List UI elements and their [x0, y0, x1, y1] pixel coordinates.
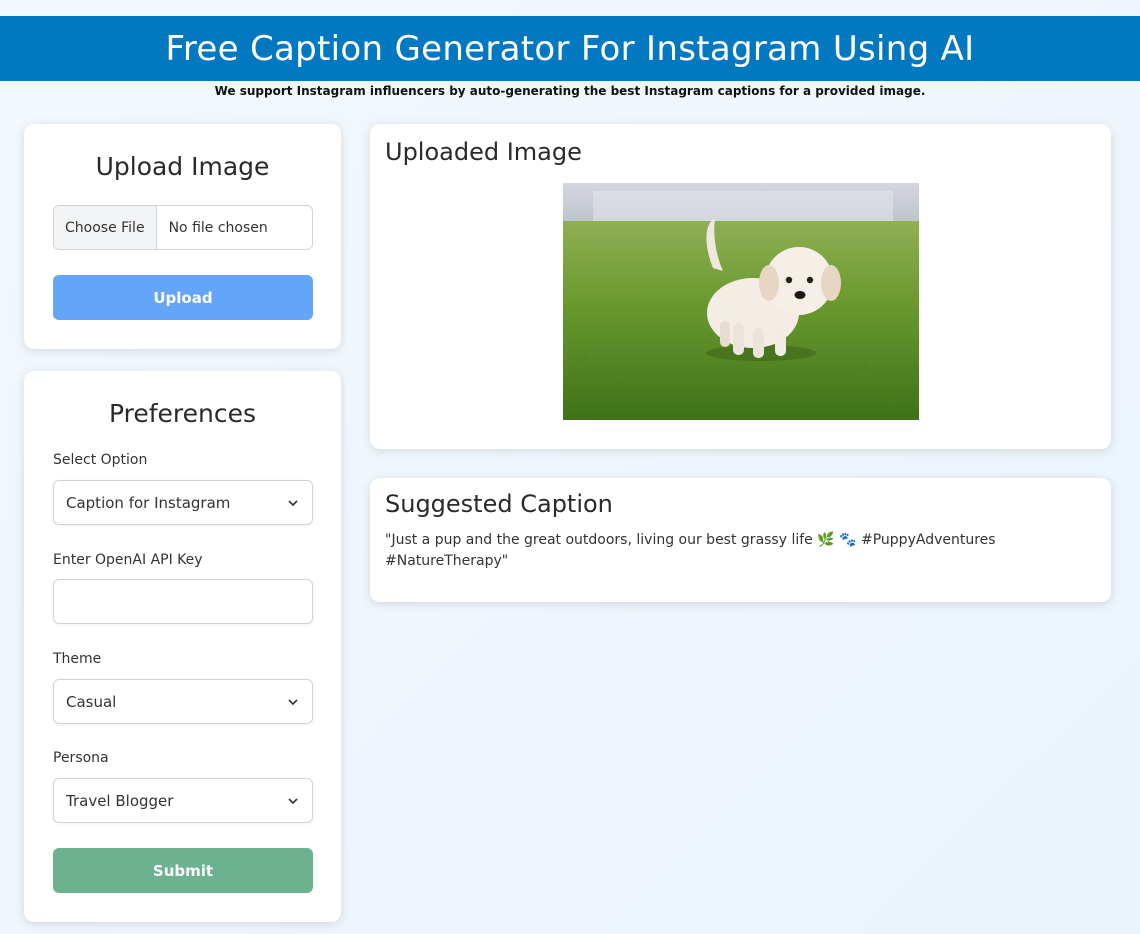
select-option-value: Caption for Instagram: [66, 493, 231, 512]
header-banner: Free Caption Generator For Instagram Usi…: [0, 16, 1140, 81]
api-key-input[interactable]: [53, 579, 313, 624]
select-option-label: Select Option: [53, 452, 148, 468]
suggested-caption-title: Suggested Caption: [385, 490, 613, 518]
uploaded-image-title: Uploaded Image: [385, 138, 582, 166]
persona-value: Travel Blogger: [66, 791, 174, 810]
select-option-dropdown[interactable]: Caption for Instagram: [53, 480, 313, 525]
chevron-down-icon: [288, 698, 298, 705]
upload-card: Upload Image Choose File No file chosen …: [24, 124, 341, 349]
theme-dropdown[interactable]: Casual: [53, 679, 313, 724]
chevron-down-icon: [288, 499, 298, 506]
chevron-down-icon: [288, 797, 298, 804]
suggested-caption-card: Suggested Caption "Just a pup and the gr…: [370, 478, 1111, 602]
upload-card-title: Upload Image: [95, 152, 270, 181]
theme-value: Casual: [66, 692, 117, 711]
file-input[interactable]: Choose File No file chosen: [53, 205, 313, 250]
api-key-label: Enter OpenAI API Key: [53, 552, 203, 568]
uploaded-image-card: Uploaded Image: [370, 124, 1111, 449]
page-tagline: We support Instagram influencers by auto…: [214, 84, 926, 98]
submit-button[interactable]: Submit: [53, 848, 313, 893]
page-title: Free Caption Generator For Instagram Usi…: [165, 28, 975, 69]
uploaded-photo: [563, 183, 919, 420]
persona-label: Persona: [53, 750, 109, 766]
upload-button[interactable]: Upload: [53, 275, 313, 320]
suggested-caption-text: "Just a pup and the great outdoors, livi…: [385, 532, 996, 569]
puppy-photo-icon: [563, 183, 919, 420]
persona-dropdown[interactable]: Travel Blogger: [53, 778, 313, 823]
preferences-card: Preferences Select Option Caption for In…: [24, 371, 341, 922]
theme-label: Theme: [53, 651, 102, 667]
preferences-card-title: Preferences: [108, 399, 257, 428]
file-status-text: No file chosen: [168, 219, 268, 236]
choose-file-button[interactable]: Choose File: [54, 206, 157, 249]
